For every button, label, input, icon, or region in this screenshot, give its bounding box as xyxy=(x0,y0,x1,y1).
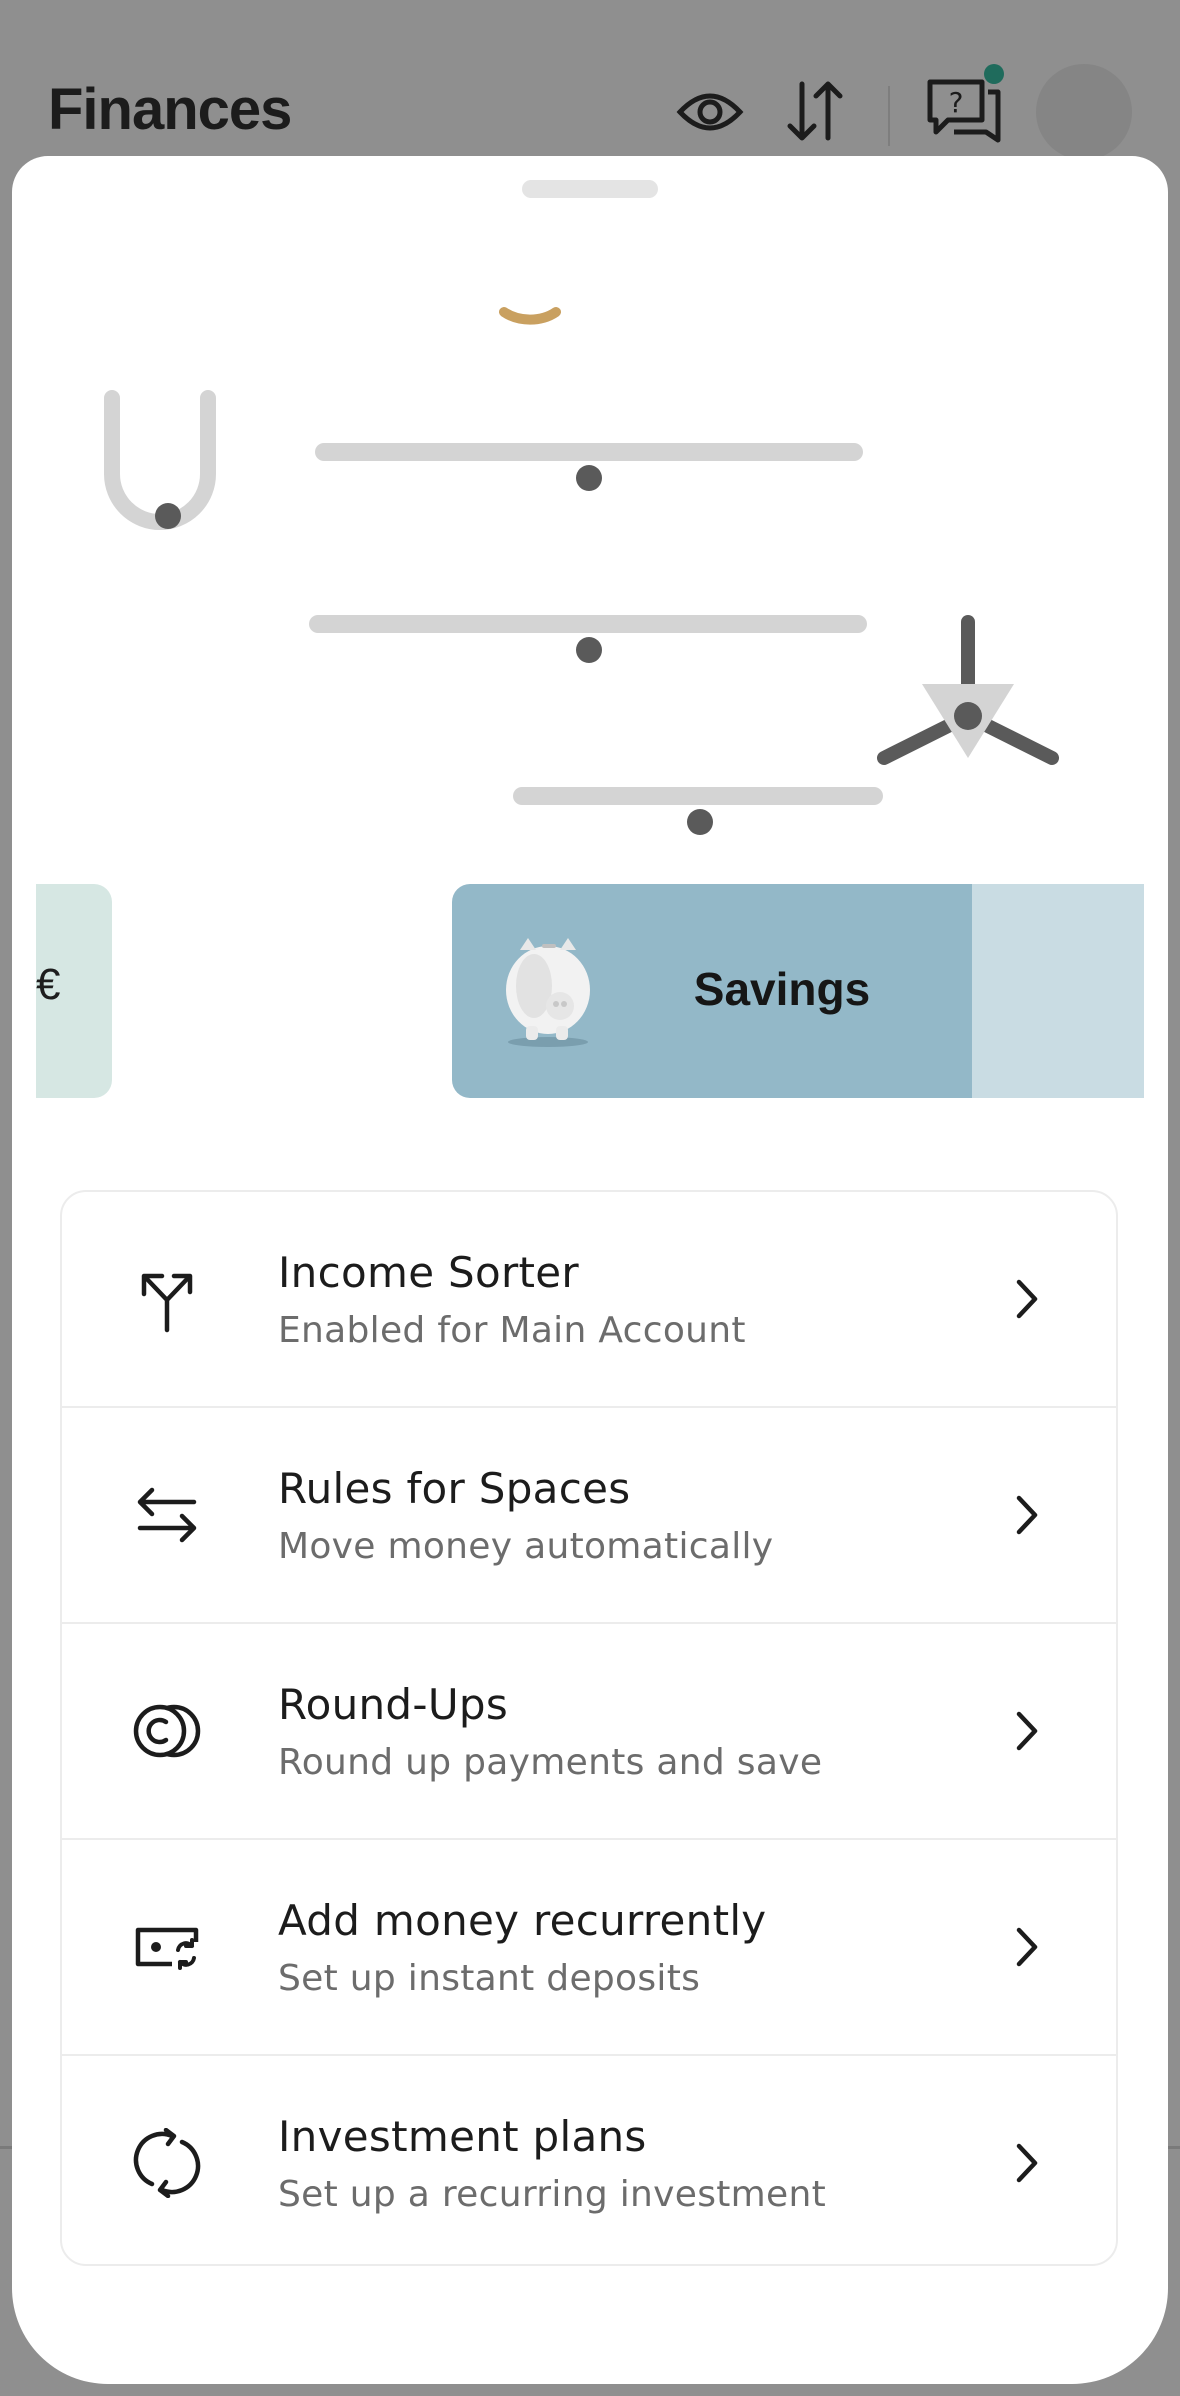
list-item-add-money-recurrently[interactable]: Add money recurrently Set up instant dep… xyxy=(62,1840,1116,2056)
space-card-label: Savings xyxy=(693,963,871,1015)
list-item-title: Income Sorter xyxy=(278,1248,579,1297)
list-item-round-ups[interactable]: Round-Ups Round up payments and save xyxy=(62,1624,1116,1840)
list-item-rules-for-spaces[interactable]: Rules for Spaces Move money automaticall… xyxy=(62,1408,1116,1624)
list-item-subtitle: Move money automatically xyxy=(278,1526,774,1567)
list-item-title: Investment plans xyxy=(278,2112,647,2161)
transfer-arrows-icon xyxy=(137,1487,197,1543)
chevron-right-icon xyxy=(1016,1495,1038,1535)
chevron-right-icon xyxy=(1016,1279,1038,1319)
list-item-subtitle: Enabled for Main Account xyxy=(278,1310,746,1351)
recurring-deposit-icon xyxy=(135,1927,199,1970)
sheet-drag-handle[interactable] xyxy=(522,180,658,198)
sort-arrows-icon[interactable] xyxy=(784,78,846,144)
page-title: Finances xyxy=(48,77,292,142)
list-item-title: Rules for Spaces xyxy=(278,1464,631,1513)
bottom-sheet: € Savings Income Sorter Enabled for Main… xyxy=(12,156,1168,2384)
list-item-investment-plans[interactable]: Investment plans Set up a recurring inve… xyxy=(62,2056,1116,2264)
list-item-title: Add money recurrently xyxy=(278,1896,767,1945)
space-card-balance: € xyxy=(36,960,61,1009)
space-card-partial[interactable]: € xyxy=(36,884,112,1098)
header-divider xyxy=(888,86,890,146)
split-arrow-icon xyxy=(141,1273,193,1333)
refresh-icon xyxy=(133,2128,201,2198)
svg-text:?: ? xyxy=(949,86,964,119)
automation-illustration xyxy=(104,307,1059,835)
chevron-right-icon xyxy=(1016,1711,1038,1751)
chevron-right-icon xyxy=(1016,1927,1038,1967)
list-item-subtitle: Round up payments and save xyxy=(278,1742,823,1783)
eye-icon[interactable] xyxy=(676,84,744,140)
list-item-subtitle: Set up a recurring investment xyxy=(278,2174,827,2215)
avatar[interactable] xyxy=(1036,64,1132,160)
list-item-income-sorter[interactable]: Income Sorter Enabled for Main Account xyxy=(62,1192,1116,1408)
coins-icon xyxy=(133,1704,201,1758)
list-item-title: Round-Ups xyxy=(278,1680,509,1729)
automation-list: Income Sorter Enabled for Main Account R… xyxy=(60,1190,1118,2266)
help-chat-icon[interactable]: ? xyxy=(926,62,1006,146)
space-card-savings[interactable]: Savings xyxy=(452,884,972,1098)
chevron-right-icon xyxy=(1016,2143,1038,2183)
space-card-next-partial[interactable] xyxy=(972,884,1144,1098)
list-item-subtitle: Set up instant deposits xyxy=(278,1958,701,1999)
